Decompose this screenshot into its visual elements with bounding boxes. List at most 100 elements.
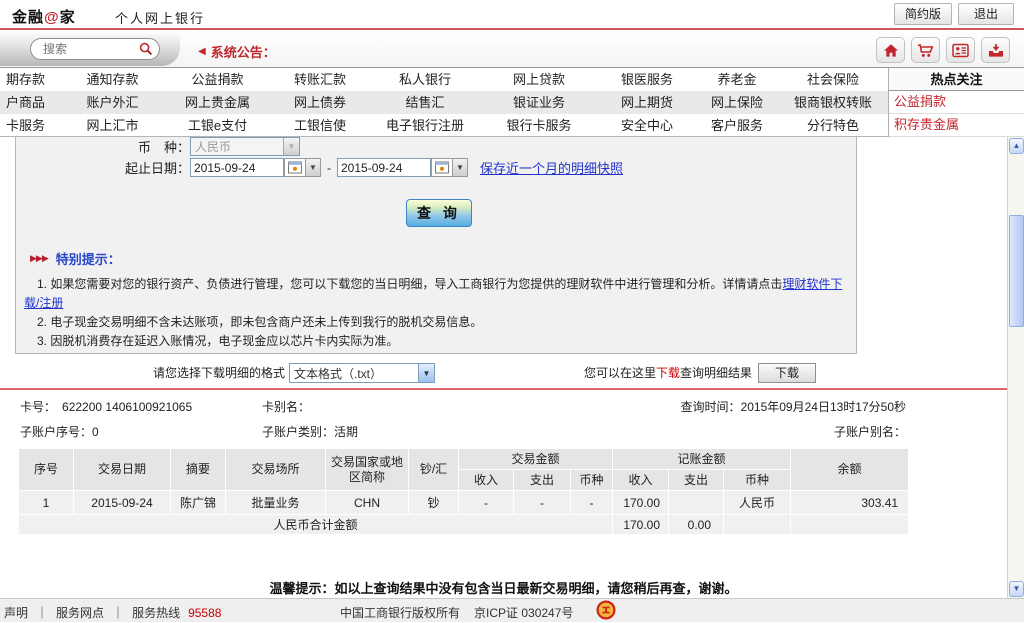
download-format-select[interactable]: 文本格式（.txt） ▼	[289, 363, 435, 383]
nav-item[interactable]: 银证业务	[480, 91, 598, 114]
inbox-download-icon	[988, 43, 1004, 58]
table-cell: 303.41	[791, 491, 909, 515]
nav-item[interactable]: 转账汇款	[270, 68, 370, 91]
table-cell: 1	[19, 491, 74, 515]
table-cell: -	[514, 491, 571, 515]
footer-link-statement[interactable]: 声明	[4, 604, 28, 621]
table-cell: -	[459, 491, 514, 515]
nav-item[interactable]: 网上债券	[270, 91, 370, 114]
notice-title-row: ▶▶▶ 特别提示：	[30, 249, 848, 268]
download-format-label: 请您选择下载明细的格式	[150, 362, 285, 384]
notice-item-2: 2. 电子现金交易明细不含未达账项，即未包含商户还未上传到我行的脱机交易信息。	[24, 313, 848, 332]
calendar-to-dropdown[interactable]: ▼	[453, 158, 468, 177]
scrollbar-thumb[interactable]	[1009, 215, 1024, 327]
nav-item[interactable]: 私人银行	[370, 68, 480, 91]
footer-copyright: 中国工商银行版权所有 京ICP证 030247号	[340, 604, 573, 621]
date-to-input[interactable]	[337, 158, 431, 177]
nav-item[interactable]: 银行卡服务	[480, 114, 598, 137]
nav-row-1: 期存款 通知存款 公益捐款 转账汇款 私人银行 网上贷款 银医服务 养老金 社会…	[0, 68, 888, 91]
sub-account-alias-label: 子账户别名：	[600, 421, 906, 443]
footer-link-branches[interactable]: 服务网点	[56, 604, 104, 621]
footer-separator: ｜	[112, 604, 124, 621]
nav-item[interactable]: 结售汇	[370, 91, 480, 114]
nav-item[interactable]: 分行特色	[778, 114, 888, 137]
calendar-from-dropdown[interactable]: ▼	[306, 158, 321, 177]
total-label: 人民币合计金额	[19, 515, 613, 535]
sub-account-type-value: 活期	[334, 425, 358, 439]
nav-item[interactable]: 银医服务	[598, 68, 696, 91]
triple-arrow-icon: ▶▶▶	[30, 253, 48, 264]
currency-select[interactable]: 人民币 ▼	[190, 137, 300, 156]
download-button[interactable]: 下载	[758, 363, 816, 383]
vertical-scrollbar[interactable]: ▲ ▼	[1007, 137, 1024, 598]
scroll-up-button[interactable]: ▲	[1009, 138, 1024, 154]
download-format-value: 文本格式（.txt）	[294, 365, 382, 382]
nav-item[interactable]: 电子银行注册	[370, 114, 480, 137]
col-book-income: 收入	[613, 470, 669, 491]
nav-item[interactable]: 工银e支付	[165, 114, 270, 137]
table-total-row: 人民币合计金额 170.00 0.00	[19, 515, 909, 535]
calendar-to-button[interactable]	[431, 158, 453, 177]
special-notice: ▶▶▶ 特别提示： 1. 如果您需要对您的银行资产、负债进行管理，您可以下载您的…	[24, 249, 848, 351]
nav-item[interactable]: 网上期货	[598, 91, 696, 114]
nav-item[interactable]: 网上保险	[696, 91, 778, 114]
table-cell	[724, 515, 791, 535]
main-nav: 期存款 通知存款 公益捐款 转账汇款 私人银行 网上贷款 银医服务 养老金 社会…	[0, 68, 1024, 137]
cart-icon	[917, 43, 934, 58]
cart-button[interactable]	[911, 37, 940, 63]
table-cell	[791, 515, 909, 535]
sub-account-seq-value: 0	[92, 425, 99, 439]
search-box[interactable]	[30, 38, 160, 60]
logo-text: 金融	[12, 9, 44, 26]
logout-button[interactable]: 退出	[958, 3, 1014, 25]
col-trade-currency: 币种	[571, 470, 613, 491]
card-alias-label: 卡别名：	[262, 396, 310, 418]
snapshot-link[interactable]: 保存近一个月的明细快照	[480, 158, 623, 177]
notice-item-1-text: 1. 如果您需要对您的银行资产、负债进行管理，您可以下载您的当日明细，导入工商银…	[37, 277, 782, 291]
contacts-button[interactable]	[946, 37, 975, 63]
query-time-value: 2015年09月24日13时17分50秒	[741, 400, 906, 414]
simple-version-button[interactable]: 简约版	[894, 3, 952, 25]
nav-item[interactable]: 社会保险	[778, 68, 888, 91]
col-balance: 余额	[791, 449, 909, 491]
card-number-value: 622200 1406100921065	[62, 400, 192, 414]
nav-item[interactable]: 公益捐款	[165, 68, 270, 91]
quick-icons	[876, 37, 1010, 63]
nav-item[interactable]: 卡服务	[0, 114, 60, 137]
table-cell	[669, 491, 724, 515]
hotline-label: 服务热线	[132, 604, 180, 621]
nav-item[interactable]: 网上贷款	[480, 68, 598, 91]
nav-item[interactable]: 网上贵金属	[165, 91, 270, 114]
nav-item[interactable]: 期存款	[0, 68, 60, 91]
nav-item[interactable]: 养老金	[696, 68, 778, 91]
top-bar: 金融@家 个人网上银行 简约版 退出	[0, 0, 1024, 30]
nav-item[interactable]: 网上汇市	[60, 114, 165, 137]
notice-item-3: 3. 因脱机消费存在延迟入账情况，电子现金应以芯片卡内实际为准。	[24, 332, 848, 351]
nav-item[interactable]: 户商品	[0, 91, 60, 114]
table-cell: -	[571, 491, 613, 515]
col-cash: 钞/汇	[409, 449, 459, 491]
calendar-from-button[interactable]	[284, 158, 306, 177]
query-time: 查询时间：2015年09月24日13时17分50秒	[600, 396, 906, 418]
table-cell: 陈广锦	[171, 491, 226, 515]
total-income: 170.00	[613, 515, 669, 535]
search-input[interactable]	[43, 42, 139, 56]
sub-account-type-label: 子账户类别：	[262, 425, 334, 439]
nav-item[interactable]: 安全中心	[598, 114, 696, 137]
nav-item[interactable]: 银商银权转账	[778, 91, 888, 114]
download-hint: 您可以在这里下载查询明细结果	[480, 362, 752, 384]
query-button[interactable]: 查 询	[406, 199, 472, 227]
nav-item[interactable]: 账户外汇	[60, 91, 165, 114]
search-icon[interactable]	[139, 42, 153, 56]
home-button[interactable]	[876, 37, 905, 63]
inbox-button[interactable]	[981, 37, 1010, 63]
date-from-input[interactable]	[190, 158, 284, 177]
hot-link-gold[interactable]: 积存贵金属	[889, 114, 1024, 137]
copyright-text: 中国工商银行版权所有	[340, 604, 460, 621]
nav-item[interactable]: 通知存款	[60, 68, 165, 91]
nav-item[interactable]: 客户服务	[696, 114, 778, 137]
hot-link-donation[interactable]: 公益捐款	[889, 91, 1024, 114]
scroll-down-button[interactable]: ▼	[1009, 581, 1024, 597]
nav-item[interactable]: 工银信使	[270, 114, 370, 137]
chevron-down-icon: ▼	[283, 138, 299, 155]
